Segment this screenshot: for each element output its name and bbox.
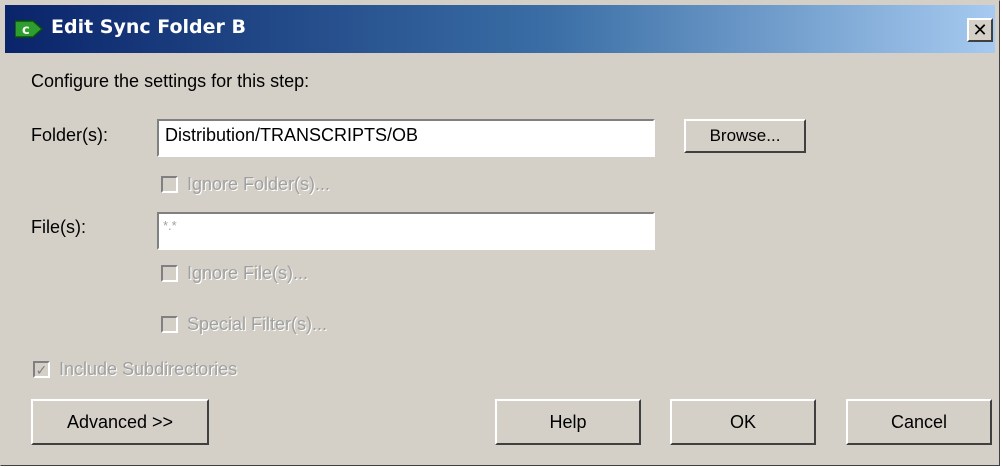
ignore-files-checkbox-row[interactable]: Ignore File(s)... [161, 263, 308, 284]
files-label: File(s): [31, 217, 86, 237]
ok-button[interactable]: OK [670, 399, 816, 445]
folders-label: Folder(s): [31, 125, 109, 145]
ignore-folders-checkbox[interactable] [161, 176, 178, 193]
help-button[interactable]: Help [495, 399, 641, 445]
close-button[interactable]: ✕ [967, 18, 993, 42]
app-c-icon: c [15, 20, 43, 38]
instructions-text: Configure the settings for this step: [31, 71, 310, 91]
files-input[interactable]: *.* [157, 212, 655, 250]
window-title: Edit Sync Folder B [51, 16, 246, 38]
close-icon: ✕ [972, 20, 988, 40]
ignore-folders-checkbox-row[interactable]: Ignore Folder(s)... [161, 174, 330, 195]
ignore-files-checkbox[interactable] [161, 265, 178, 282]
special-filters-label: Special Filter(s)... [187, 314, 328, 334]
include-subdirectories-label: Include Subdirectories [59, 359, 238, 379]
files-input-value: *.* [163, 218, 177, 233]
ignore-files-label: Ignore File(s)... [187, 263, 309, 283]
folders-input[interactable]: Distribution/TRANSCRIPTS/OB [157, 119, 655, 157]
browse-button[interactable]: Browse... [684, 119, 806, 153]
special-filters-checkbox-row[interactable]: Special Filter(s)... [161, 314, 327, 335]
ignore-folders-label: Ignore Folder(s)... [187, 174, 331, 194]
title-bar[interactable]: c Edit Sync Folder B ✕ [5, 5, 995, 53]
dialog-window: c Edit Sync Folder B ✕ Configure the set… [0, 0, 1000, 466]
folders-input-value: Distribution/TRANSCRIPTS/OB [165, 125, 419, 145]
include-subdirectories-checkbox[interactable]: ✓ [33, 361, 50, 378]
svg-text:c: c [22, 23, 30, 38]
check-mark-icon: ✓ [35, 361, 48, 378]
advanced-button[interactable]: Advanced >> [31, 399, 209, 445]
special-filters-checkbox[interactable] [161, 316, 178, 333]
cancel-button[interactable]: Cancel [846, 399, 992, 445]
include-subdirectories-checkbox-row[interactable]: ✓ Include Subdirectories [33, 359, 237, 380]
